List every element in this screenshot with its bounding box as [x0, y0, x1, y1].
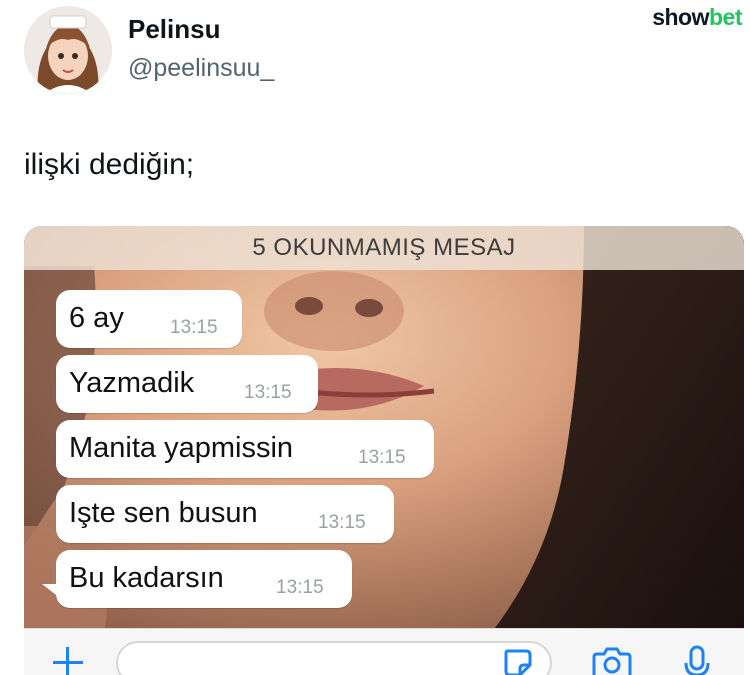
message-time: 13:15 [318, 512, 366, 533]
unread-banner: 5 OKUNMAMIŞ MESAJ [24, 226, 744, 270]
sticker-icon[interactable] [500, 645, 536, 675]
message-text: Yazmadik [69, 367, 195, 399]
microphone-icon[interactable] [682, 645, 712, 675]
message-input[interactable] [116, 641, 552, 675]
bubble-tail [42, 584, 60, 598]
message-bubble[interactable]: Yazmadik 13:15 [56, 355, 318, 413]
avatar[interactable] [24, 6, 112, 94]
unread-banner-text: 5 OKUNMAMIŞ MESAJ [252, 234, 516, 261]
message-bubble[interactable]: 6 ay 13:15 [56, 290, 242, 348]
plus-icon[interactable] [50, 643, 84, 675]
message-bubble[interactable]: Bu kadarsın 13:15 [56, 550, 352, 608]
message-input-bar [24, 628, 744, 675]
message-text: 6 ay [69, 302, 124, 334]
message-text: Bu kadarsın [69, 562, 224, 594]
display-name[interactable]: Pelinsu [128, 14, 220, 45]
user-handle[interactable]: @peelinsuu_ [128, 54, 274, 83]
message-time: 13:15 [358, 447, 406, 468]
message-time: 13:15 [170, 317, 218, 338]
camera-icon[interactable] [590, 645, 634, 675]
message-time: 13:15 [244, 382, 292, 403]
brand-logo-part2: bet [709, 4, 743, 30]
tweet-media[interactable]: 5 OKUNMAMIŞ MESAJ 6 ay 13:15 Yazmadik 13… [24, 226, 744, 675]
message-text: Işte sen busun [69, 497, 258, 529]
message-bubble[interactable]: Manita yapmissin 13:15 [56, 420, 434, 478]
tweet-text: ilişki dediğin; [24, 148, 195, 181]
brand-logo-part1: show [652, 4, 709, 30]
message-time: 13:15 [276, 577, 324, 598]
message-bubble[interactable]: Işte sen busun 13:15 [56, 485, 394, 543]
brand-logo: showbet [652, 4, 742, 31]
message-text: Manita yapmissin [69, 432, 294, 464]
